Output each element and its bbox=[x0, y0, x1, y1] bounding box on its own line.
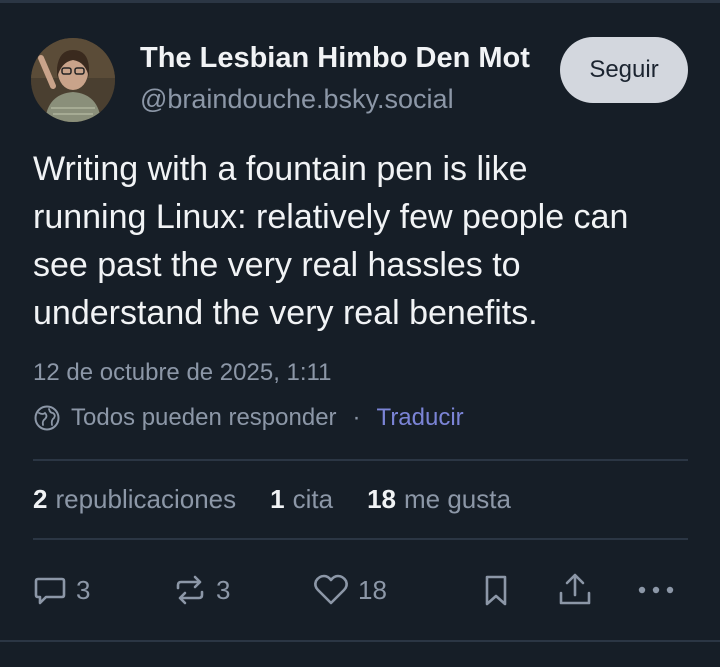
separator-dot: · bbox=[352, 404, 361, 431]
author-handle[interactable]: @braindouche.bsky.social bbox=[140, 82, 454, 116]
top-divider bbox=[0, 0, 720, 3]
post-timestamp[interactable]: 12 de octubre de 2025, 1:11 bbox=[33, 358, 331, 388]
repost-count: 3 bbox=[216, 574, 231, 605]
repost-icon bbox=[176, 575, 204, 605]
reply-button[interactable]: 3 bbox=[32, 570, 90, 610]
bookmark-icon bbox=[485, 575, 507, 606]
quotes-stat[interactable]: 1 cita bbox=[270, 484, 333, 515]
repost-button[interactable]: 3 bbox=[172, 570, 230, 610]
reposts-count: 2 bbox=[33, 483, 48, 514]
quotes-label: cita bbox=[292, 483, 334, 514]
post-text-line: Writing with a fountain pen is like bbox=[33, 150, 528, 188]
reply-settings-row: Todos pueden responder · Traducir bbox=[33, 402, 464, 434]
globe-icon bbox=[34, 405, 60, 431]
likes-count: 18 bbox=[367, 483, 396, 514]
likes-stat[interactable]: 18 me gusta bbox=[367, 484, 511, 515]
quotes-count: 1 bbox=[270, 483, 285, 514]
post-stats: 2 republicaciones 1 cita 18 me gusta bbox=[33, 482, 511, 516]
follow-button[interactable]: Seguir bbox=[560, 37, 688, 103]
reply-icon bbox=[34, 577, 66, 605]
reply-count: 3 bbox=[76, 574, 91, 605]
avatar[interactable] bbox=[31, 38, 115, 122]
reposts-stat[interactable]: 2 republicaciones bbox=[33, 484, 236, 515]
reply-setting-label: Todos pueden responder bbox=[71, 404, 337, 431]
like-count: 18 bbox=[358, 574, 387, 605]
author-display-name[interactable]: The Lesbian Himbo Den Mot bbox=[140, 40, 580, 76]
bookmark-button[interactable] bbox=[478, 570, 514, 610]
divider bbox=[33, 538, 688, 540]
avatar-image bbox=[31, 38, 115, 122]
post-text: Writing with a fountain pen is like runn… bbox=[33, 145, 703, 337]
likes-label: me gusta bbox=[404, 483, 511, 514]
share-icon bbox=[559, 573, 591, 605]
translate-link[interactable]: Traducir bbox=[377, 404, 464, 432]
next-post-area bbox=[0, 642, 720, 667]
like-button[interactable]: 18 bbox=[312, 570, 387, 610]
reposts-label: republicaciones bbox=[55, 483, 237, 514]
share-button[interactable] bbox=[556, 570, 594, 610]
heart-icon bbox=[314, 574, 348, 605]
post-text-line: see past the very real hassles to bbox=[33, 246, 521, 284]
post-text-line: understand the very real benefits. bbox=[33, 294, 538, 332]
more-icon bbox=[638, 586, 674, 594]
more-options-button[interactable] bbox=[636, 570, 676, 610]
post-text-line: running Linux: relatively few people can bbox=[33, 198, 629, 236]
divider bbox=[33, 459, 688, 461]
